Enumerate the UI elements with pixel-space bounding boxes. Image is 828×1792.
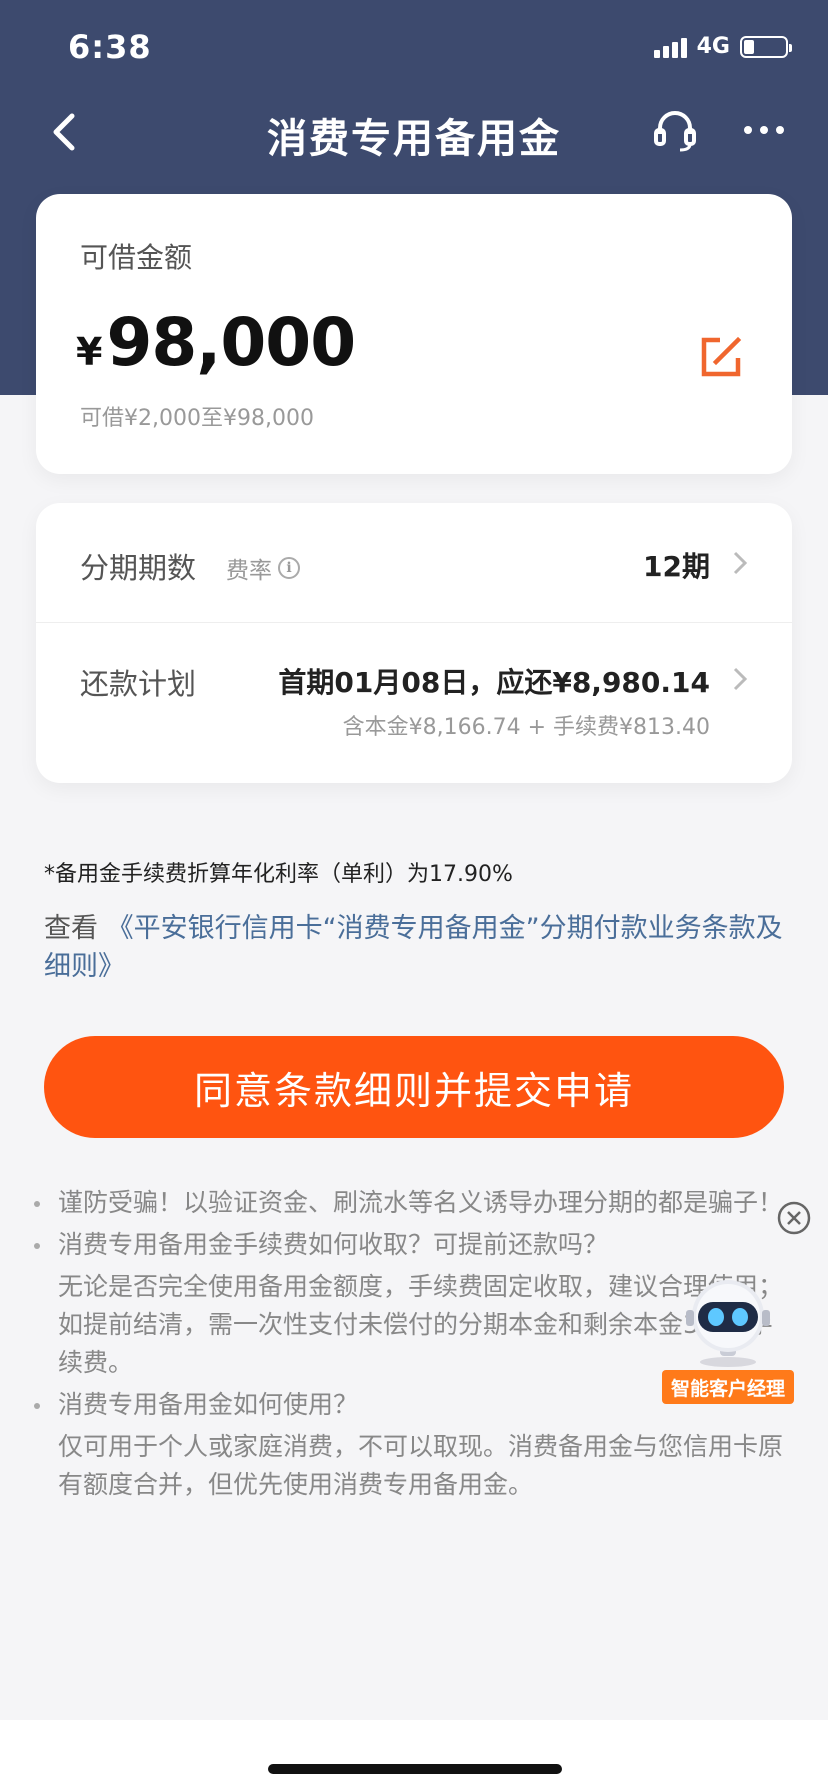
status-indicators: 4G — [653, 34, 792, 59]
installments-row[interactable]: 分期期数 费率 i 12期 — [36, 503, 792, 623]
amount-label: 可借金额 — [80, 241, 193, 274]
faq-question: 谨防受骗！以验证资金、刷流水等名义诱导办理分期的都是骗子！ — [58, 1188, 784, 1217]
payment-breakdown: 含本金¥8,166.74 + 手续费¥813.40 — [342, 715, 710, 740]
terms-prefix: 查看 — [44, 913, 107, 944]
bullet — [34, 1243, 40, 1249]
amount-number: 98,000 — [106, 304, 356, 381]
chevron-right-icon — [733, 551, 748, 575]
apr-note: *备用金手续费折算年化利率（单利）为17.90% — [44, 862, 513, 887]
submit-application-button[interactable]: 同意条款细则并提交申请 — [44, 1036, 784, 1138]
terms-link[interactable]: 《平安银行信用卡“消费专用备用金”分期付款业务条款及细则》 — [44, 913, 783, 982]
repayment-label: 还款计划 — [80, 667, 197, 701]
faq-question: 消费专用备用金手续费如何收取？可提前还款吗？ — [58, 1230, 609, 1259]
more-dots-icon[interactable] — [742, 118, 786, 142]
assistant-label: 智能客户经理 — [662, 1370, 794, 1404]
terms-line: 查看 《平安银行信用卡“消费专用备用金”分期付款业务条款及细则》 — [44, 910, 794, 986]
loan-amount-card: 可借金额 ¥ 98,000 可借¥2,000至¥98,000 — [36, 194, 792, 474]
fee-rate-text: 费率 — [226, 558, 272, 584]
faq-item: 谨防受骗！以验证资金、刷流水等名义诱导办理分期的都是骗子！ — [30, 1184, 790, 1222]
battery-icon — [740, 35, 792, 58]
installment-plan-card: 分期期数 费率 i 12期 还款计划 首期01月08日，应还¥8,980.14 … — [36, 503, 792, 783]
chevron-right-icon — [733, 667, 748, 691]
headset-icon[interactable] — [650, 106, 700, 156]
info-icon[interactable]: i — [278, 557, 300, 579]
installments-value: 12期 — [643, 550, 710, 583]
repayment-plan-row[interactable]: 还款计划 首期01月08日，应还¥8,980.14 含本金¥8,166.74 +… — [36, 623, 792, 783]
home-indicator[interactable] — [268, 1764, 562, 1774]
status-bar: 6:38 4G — [0, 0, 828, 100]
robot-icon — [686, 1280, 770, 1367]
footer-bar — [0, 1720, 828, 1792]
faq-answer: 仅可用于个人或家庭消费，不可以取现。消费备用金与您信用卡原有额度合并，但优先使用… — [58, 1432, 784, 1499]
first-payment-summary: 首期01月08日，应还¥8,980.14 — [278, 666, 710, 699]
amount-range: 可借¥2,000至¥98,000 — [80, 406, 314, 431]
bullet — [34, 1403, 40, 1409]
status-time: 6:38 — [68, 28, 152, 66]
amount-value: ¥ 98,000 — [76, 304, 356, 381]
bullet — [34, 1201, 40, 1207]
installments-label: 分期期数 — [80, 551, 197, 585]
edit-icon[interactable] — [698, 334, 744, 380]
nav-bar: 消费专用备用金 — [0, 100, 828, 164]
smart-assistant-button[interactable]: 智能客户经理 — [662, 1270, 794, 1406]
signal-icon — [653, 36, 687, 58]
page-title: 消费专用备用金 — [267, 116, 561, 162]
currency-symbol: ¥ — [76, 330, 103, 374]
fee-rate-label[interactable]: 费率 i — [226, 551, 300, 585]
close-circle-icon[interactable] — [776, 1200, 812, 1236]
network-label: 4G — [696, 34, 730, 59]
